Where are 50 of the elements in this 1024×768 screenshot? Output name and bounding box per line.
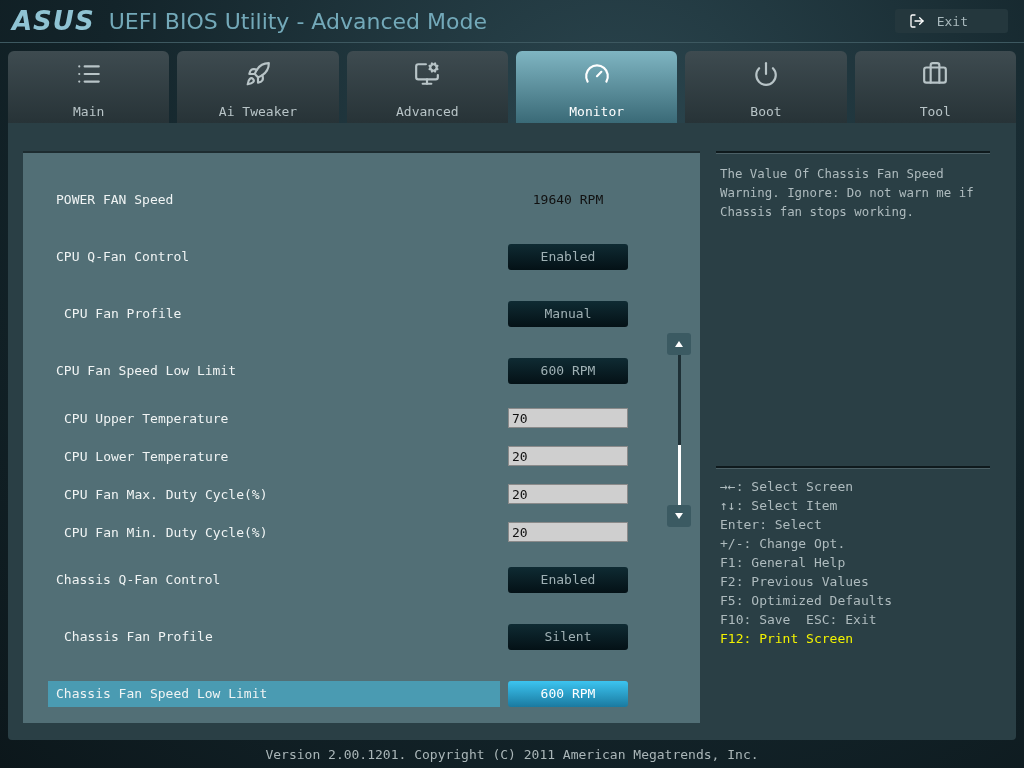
key-hint: Enter: Select	[719, 516, 823, 534]
setting-label[interactable]: CPU Fan Speed Low Limit	[48, 357, 500, 384]
number-input-field[interactable]: 70	[508, 408, 628, 428]
tab[interactable]: Ai Tweaker	[177, 51, 339, 123]
option-value-button[interactable]: Silent	[508, 623, 628, 650]
brand-logo: ASUS	[12, 6, 95, 36]
number-input-field[interactable]: 20	[508, 484, 628, 504]
number-input-field[interactable]: 20	[508, 522, 628, 542]
option-value-button[interactable]: 600 RPM	[508, 357, 628, 384]
tab[interactable]: Advanced	[346, 51, 508, 123]
key-hint: F2: Previous Values	[719, 573, 870, 591]
tab-icon	[922, 61, 949, 87]
key-hint: →←: Select Screen	[719, 478, 855, 496]
exit-button[interactable]: Exit	[894, 9, 1008, 33]
key-hint: ↑↓: Select Item	[719, 497, 839, 515]
key-hint: +/-: Change Opt.	[719, 535, 847, 553]
exit-icon	[908, 13, 925, 29]
setting-label[interactable]: CPU Q-Fan Control	[48, 243, 500, 270]
key-hint: F5: Optimized Defaults	[719, 592, 894, 610]
up-triangle-icon	[675, 341, 683, 347]
scroll-up-button[interactable]	[667, 333, 691, 355]
setting-label[interactable]: CPU Fan Profile	[48, 300, 500, 327]
down-triangle-icon	[675, 513, 683, 519]
version-text: Version 2.00.1201. Copyright (C) 2011 American Megatrends, Inc.	[265, 746, 759, 762]
setting-label[interactable]: CPU Lower Temperature	[48, 443, 500, 469]
setting-label[interactable]: Chassis Fan Profile	[48, 623, 500, 650]
tab[interactable]: Boot	[685, 51, 847, 123]
key-hint: F10: Save ESC: Exit	[719, 611, 878, 629]
setting-label[interactable]: Chassis Q-Fan Control	[48, 566, 500, 593]
option-value-button[interactable]: Enabled	[508, 243, 628, 270]
tab[interactable]: Tool	[854, 51, 1016, 123]
key-hint: F12: Print Screen	[719, 630, 855, 648]
option-value-button[interactable]: Manual	[508, 300, 628, 327]
setting-label[interactable]: CPU Fan Max. Duty Cycle(%)	[48, 481, 500, 507]
tab-icon	[245, 61, 271, 87]
tab[interactable]: Main	[8, 51, 170, 123]
tab-icon	[752, 61, 779, 87]
tab-icon	[414, 61, 441, 87]
setting-label[interactable]: CPU Fan Min. Duty Cycle(%)	[48, 519, 500, 545]
key-hint: F1: General Help	[719, 554, 847, 572]
setting-label[interactable]: CPU Upper Temperature	[48, 405, 500, 431]
help-text: The Value Of Chassis Fan Speed Warning. Ignore: Do not warn me if Chassis fan stops working.	[720, 165, 975, 221]
scroll-down-button[interactable]	[667, 505, 691, 527]
fan-speed-reading: 19640 RPM	[531, 192, 605, 207]
window-title: UEFI BIOS Utility - Advanced Mode	[108, 8, 488, 34]
setting-label[interactable]: POWER FAN Speed	[48, 186, 500, 213]
option-value-button[interactable]: Enabled	[508, 566, 628, 593]
number-input-field[interactable]: 20	[508, 446, 628, 466]
tab[interactable]: Monitor	[516, 51, 678, 123]
scrollbar-thumb[interactable]	[677, 445, 681, 505]
